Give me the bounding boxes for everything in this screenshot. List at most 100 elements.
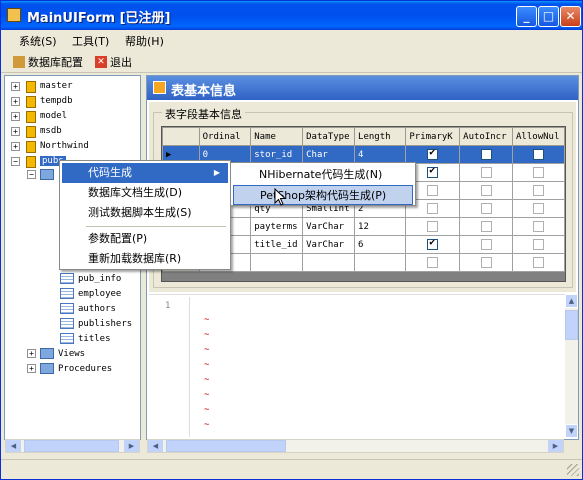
allownull-checkbox[interactable] bbox=[533, 185, 544, 196]
cell-length[interactable]: 6 bbox=[354, 235, 407, 254]
tree-node-table[interactable]: employee bbox=[60, 288, 121, 299]
cell-allownull[interactable] bbox=[512, 199, 565, 218]
cell-length[interactable]: 4 bbox=[354, 145, 407, 164]
pk-checkbox[interactable] bbox=[427, 237, 439, 250]
cell-autoincr[interactable] bbox=[459, 163, 514, 182]
exit-button[interactable]: ✕ 退出 bbox=[95, 54, 132, 70]
menu-item-doc-gen[interactable]: 数据库文档生成(D) bbox=[62, 183, 228, 203]
tree-node-table[interactable]: pub_info bbox=[60, 273, 121, 284]
tree-node-pubs[interactable]: − pubs bbox=[11, 155, 66, 168]
cell-pk[interactable] bbox=[405, 253, 461, 272]
cell-autoincr[interactable] bbox=[459, 199, 514, 218]
cell-allownull[interactable] bbox=[512, 163, 565, 182]
autoincr-checkbox[interactable] bbox=[480, 167, 492, 178]
tree-node-views[interactable]: + Views bbox=[27, 348, 85, 359]
cell-autoincr[interactable] bbox=[459, 235, 514, 254]
tree-node-northwind[interactable]: + Northwind bbox=[11, 140, 89, 153]
submenu-item-petshop[interactable]: PetShop架构代码生成(P) bbox=[233, 185, 413, 205]
cell-autoincr[interactable] bbox=[459, 217, 514, 236]
menu-item-code-gen[interactable]: 代码生成 ▶ bbox=[62, 163, 228, 183]
autoincr-checkbox[interactable] bbox=[480, 149, 492, 160]
pk-checkbox[interactable] bbox=[427, 221, 439, 232]
db-config-button[interactable]: 数据库配置 bbox=[13, 54, 83, 70]
scroll-right-icon[interactable]: ▶ bbox=[124, 440, 139, 452]
cell-allownull[interactable] bbox=[512, 145, 565, 164]
cell-type[interactable]: VarChar bbox=[302, 217, 356, 236]
resize-grip-icon[interactable] bbox=[567, 464, 579, 476]
tree-node-master[interactable]: + master bbox=[11, 80, 73, 93]
tree-node-table[interactable]: authors bbox=[60, 303, 116, 314]
scroll-left-icon[interactable]: ◀ bbox=[148, 440, 163, 452]
scroll-down-icon[interactable]: ▼ bbox=[565, 424, 578, 438]
pk-checkbox[interactable] bbox=[427, 185, 439, 196]
pk-checkbox[interactable] bbox=[427, 165, 439, 178]
cell-allownull[interactable] bbox=[512, 217, 565, 236]
col-header[interactable]: AutoIncr bbox=[459, 127, 514, 146]
cell-allownull[interactable] bbox=[512, 235, 565, 254]
pk-checkbox[interactable] bbox=[427, 257, 439, 268]
cell-allownull[interactable] bbox=[512, 253, 565, 272]
tree-node-model[interactable]: + model bbox=[11, 110, 67, 123]
minimize-button[interactable]: _ bbox=[516, 6, 537, 27]
cell-autoincr[interactable] bbox=[459, 253, 514, 272]
cell-allownull[interactable] bbox=[512, 181, 565, 200]
cell-name[interactable]: stor_id bbox=[250, 145, 304, 164]
code-editor[interactable]: 1 ~ ~ ~ ~ ~ ~ ~ ~ bbox=[149, 294, 565, 438]
allownull-checkbox[interactable] bbox=[533, 203, 544, 214]
scroll-thumb[interactable] bbox=[24, 440, 119, 452]
title-bar[interactable]: MainUIForm [已注册] _ □ ✕ bbox=[1, 1, 582, 30]
menu-tools[interactable]: 工具(T) bbox=[72, 33, 109, 49]
tree-node-procedures[interactable]: + Procedures bbox=[27, 363, 112, 374]
allownull-checkbox[interactable] bbox=[533, 149, 544, 160]
cell-pk[interactable] bbox=[405, 235, 461, 254]
submenu-item-nhibernate[interactable]: NHibernate代码生成(N) bbox=[233, 165, 413, 185]
col-header[interactable]: Length bbox=[354, 127, 407, 146]
allownull-checkbox[interactable] bbox=[533, 239, 544, 250]
editor-vertical-scrollbar[interactable]: ▲ ▼ bbox=[565, 294, 578, 438]
scroll-right-icon[interactable]: ▶ bbox=[548, 440, 563, 452]
menu-item-test-data-gen[interactable]: 测试数据脚本生成(S) bbox=[62, 203, 228, 223]
col-header[interactable]: PrimaryK bbox=[405, 127, 461, 146]
tree-node-table[interactable]: titles bbox=[60, 333, 111, 344]
tree-node-msdb[interactable]: + msdb bbox=[11, 125, 62, 138]
menu-help[interactable]: 帮助(H) bbox=[125, 33, 164, 49]
tree-node-tempdb[interactable]: + tempdb bbox=[11, 95, 73, 108]
cell-type[interactable]: Char bbox=[302, 145, 356, 164]
menu-item-reload-db[interactable]: 重新加载数据库(R) bbox=[62, 249, 228, 269]
close-button[interactable]: ✕ bbox=[560, 6, 581, 27]
cell-pk[interactable] bbox=[405, 145, 461, 164]
cell-autoincr[interactable] bbox=[459, 181, 514, 200]
cell-length[interactable] bbox=[354, 253, 407, 272]
cell-name[interactable]: title_id bbox=[250, 235, 304, 254]
menu-item-params[interactable]: 参数配置(P) bbox=[62, 229, 228, 249]
allownull-checkbox[interactable] bbox=[533, 221, 544, 232]
allownull-checkbox[interactable] bbox=[533, 257, 544, 268]
autoincr-checkbox[interactable] bbox=[480, 185, 492, 196]
autoincr-checkbox[interactable] bbox=[480, 221, 492, 232]
col-header[interactable]: Ordinal bbox=[198, 127, 252, 146]
scroll-thumb[interactable] bbox=[565, 310, 578, 340]
col-header[interactable]: Name bbox=[250, 127, 304, 146]
editor-horizontal-scrollbar[interactable]: ◀ ▶ bbox=[147, 439, 564, 453]
autoincr-checkbox[interactable] bbox=[480, 257, 492, 268]
cell-name[interactable]: payterms bbox=[250, 217, 304, 236]
cell-pk[interactable] bbox=[405, 217, 461, 236]
menu-system[interactable]: 系统(S) bbox=[19, 33, 57, 49]
scroll-up-icon[interactable]: ▲ bbox=[565, 294, 578, 308]
autoincr-checkbox[interactable] bbox=[480, 203, 492, 214]
col-header[interactable]: DataType bbox=[302, 127, 356, 146]
scroll-thumb[interactable] bbox=[166, 440, 286, 452]
allownull-checkbox[interactable] bbox=[533, 167, 544, 178]
tree-node-tables-folder[interactable]: − bbox=[27, 169, 58, 180]
cell-autoincr[interactable] bbox=[459, 145, 514, 164]
col-header[interactable]: AllowNul bbox=[512, 127, 565, 146]
autoincr-checkbox[interactable] bbox=[480, 239, 492, 250]
cell-type[interactable]: VarChar bbox=[302, 235, 356, 254]
cell-length[interactable]: 12 bbox=[354, 217, 407, 236]
maximize-button[interactable]: □ bbox=[538, 6, 559, 27]
tree-node-table[interactable]: publishers bbox=[60, 318, 132, 329]
cell-type[interactable] bbox=[302, 253, 356, 272]
cell-name[interactable] bbox=[250, 253, 304, 272]
tree-horizontal-scrollbar[interactable]: ◀ ▶ bbox=[5, 439, 140, 453]
pk-checkbox[interactable] bbox=[427, 203, 439, 214]
